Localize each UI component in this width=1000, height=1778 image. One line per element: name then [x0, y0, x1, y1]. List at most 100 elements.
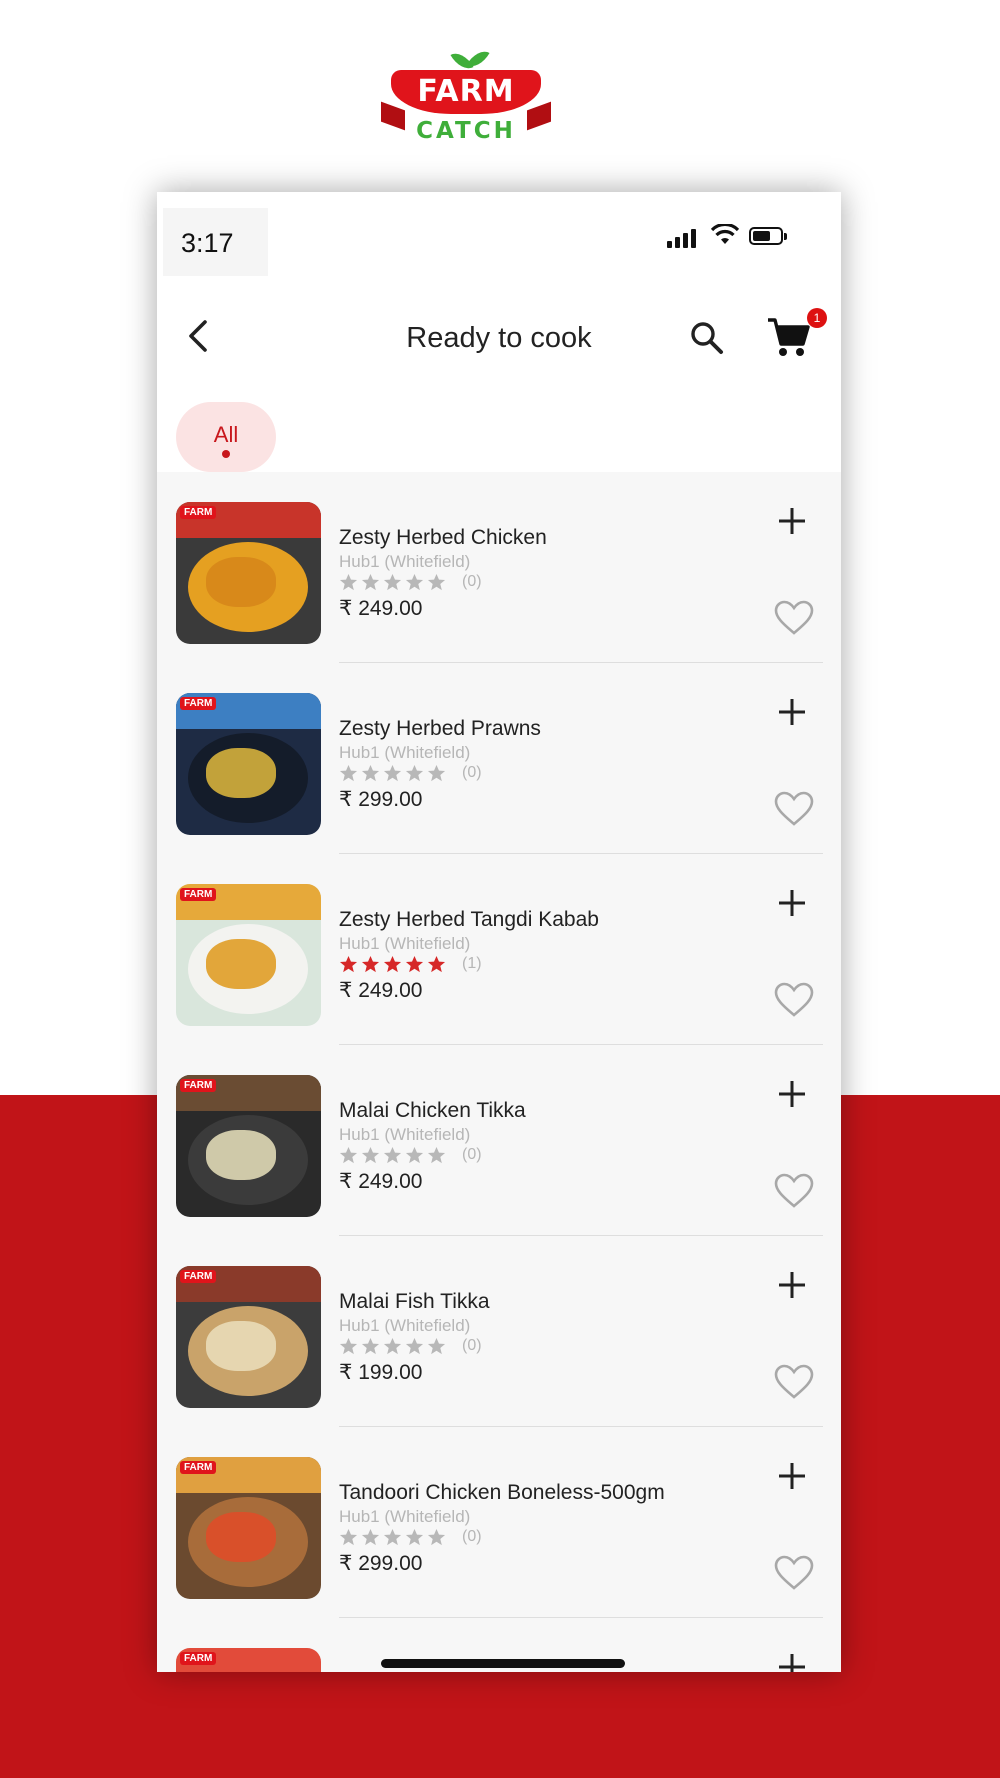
- home-indicator[interactable]: [381, 1659, 625, 1668]
- rating-count: (0): [462, 1528, 482, 1545]
- rating-star-icon: [427, 573, 446, 591]
- category-filter-bar: All: [157, 390, 841, 472]
- product-image[interactable]: FARM: [176, 1075, 321, 1217]
- product-image[interactable]: FARM: [176, 884, 321, 1026]
- rating-star-icon: [339, 573, 358, 591]
- product-name[interactable]: Zesty Herbed Chicken: [339, 526, 547, 550]
- product-rating: [339, 573, 449, 593]
- product-name[interactable]: Malai Fish Tikka: [339, 1290, 490, 1314]
- rating-star-icon: [383, 955, 402, 973]
- rating-star-icon: [361, 955, 380, 973]
- product-name[interactable]: Zesty Herbed Tangdi Kabab: [339, 908, 599, 932]
- product-hub: Hub1 (Whitefield): [339, 1125, 471, 1144]
- app-header: Ready to cook 1: [157, 280, 841, 390]
- product-row[interactable]: FARM Zesty Herbed Prawns Hub1 (Whitefiel…: [157, 663, 841, 854]
- rating-star-icon: [405, 1528, 424, 1546]
- rating-count: (0): [462, 1146, 482, 1163]
- favorite-heart-icon[interactable]: [774, 1555, 814, 1591]
- product-image-brand-tag: FARM: [180, 506, 217, 519]
- product-price: ₹ 299.00: [339, 1552, 423, 1575]
- product-rating: [339, 1146, 449, 1166]
- rating-star-icon: [405, 1337, 424, 1355]
- product-image-brand-tag: FARM: [180, 1270, 217, 1283]
- product-image[interactable]: FARM: [176, 1457, 321, 1599]
- page-title: Ready to cook: [406, 322, 592, 354]
- rating-star-icon: [383, 764, 402, 782]
- product-hub: Hub1 (Whitefield): [339, 1507, 471, 1526]
- cart-count-badge: 1: [807, 308, 827, 328]
- product-price: ₹ 299.00: [339, 788, 423, 811]
- rating-count: (1): [462, 955, 482, 972]
- add-to-cart-plus-icon[interactable]: [777, 697, 807, 727]
- product-name[interactable]: Malai Chicken Tikka: [339, 1099, 526, 1123]
- product-image-brand-tag: FARM: [180, 1461, 217, 1474]
- rating-star-icon: [361, 573, 380, 591]
- phone-screen: 3:17 Ready to cook 1 All FARM Zesty Herb…: [157, 192, 841, 1672]
- product-image[interactable]: FARM: [176, 1648, 321, 1672]
- product-hub: Hub1 (Whitefield): [339, 934, 471, 953]
- product-row[interactable]: FARM Malai Chicken Tikka Hub1 (Whitefiel…: [157, 1045, 841, 1236]
- product-hub: Hub1 (Whitefield): [339, 743, 471, 762]
- product-row[interactable]: FARM Zesty Herbed Chicken Hub1 (Whitefie…: [157, 472, 841, 663]
- add-to-cart-plus-icon[interactable]: [777, 506, 807, 536]
- product-rating: [339, 764, 449, 784]
- rating-star-icon: [361, 1146, 380, 1164]
- product-name[interactable]: Zesty Herbed Prawns: [339, 717, 541, 741]
- rating-star-icon: [427, 1337, 446, 1355]
- product-price: ₹ 249.00: [339, 1170, 423, 1193]
- status-bar: 3:17: [157, 192, 841, 280]
- product-image[interactable]: FARM: [176, 502, 321, 644]
- logo-text-catch: CATCH: [416, 118, 516, 144]
- add-to-cart-plus-icon[interactable]: [777, 888, 807, 918]
- rating-star-icon: [361, 764, 380, 782]
- rating-star-icon: [427, 764, 446, 782]
- selected-indicator-dot: [222, 450, 230, 458]
- rating-star-icon: [383, 1337, 402, 1355]
- product-row[interactable]: FARM Tandoori Chicken Boneless-500gm Hub…: [157, 1427, 841, 1618]
- favorite-heart-icon[interactable]: [774, 1173, 814, 1209]
- wifi-icon: [711, 224, 739, 244]
- product-price: ₹ 249.00: [339, 597, 423, 620]
- rating-count: (0): [462, 573, 482, 590]
- add-to-cart-plus-icon[interactable]: [777, 1270, 807, 1300]
- rating-star-icon: [361, 1528, 380, 1546]
- status-icons: [667, 222, 817, 252]
- rating-star-icon: [339, 1146, 358, 1164]
- product-image[interactable]: FARM: [176, 693, 321, 835]
- product-name[interactable]: Tandoori Chicken Boneless-500gm: [339, 1481, 665, 1505]
- rating-star-icon: [405, 573, 424, 591]
- product-image-brand-tag: FARM: [180, 888, 217, 901]
- logo-text-farm: FARM: [417, 74, 515, 109]
- add-to-cart-plus-icon[interactable]: [777, 1461, 807, 1491]
- favorite-heart-icon[interactable]: [774, 1364, 814, 1400]
- rating-star-icon: [383, 1528, 402, 1546]
- product-hub: Hub1 (Whitefield): [339, 552, 471, 571]
- shopping-cart-icon[interactable]: [765, 314, 811, 360]
- farm-catch-logo: FARM CATCH: [381, 45, 575, 148]
- add-to-cart-plus-icon[interactable]: [777, 1652, 807, 1672]
- product-price: ₹ 199.00: [339, 1361, 423, 1384]
- product-row[interactable]: FARM Zesty Herbed Tangdi Kabab Hub1 (Whi…: [157, 854, 841, 1045]
- favorite-heart-icon[interactable]: [774, 982, 814, 1018]
- status-time: 3:17: [181, 228, 234, 258]
- favorite-heart-icon[interactable]: [774, 791, 814, 827]
- rating-star-icon: [427, 1528, 446, 1546]
- rating-star-icon: [405, 955, 424, 973]
- product-image-brand-tag: FARM: [180, 697, 217, 710]
- product-price: ₹ 249.00: [339, 979, 423, 1002]
- rating-star-icon: [339, 1528, 358, 1546]
- rating-star-icon: [427, 955, 446, 973]
- search-icon[interactable]: [687, 318, 727, 358]
- add-to-cart-plus-icon[interactable]: [777, 1079, 807, 1109]
- product-row[interactable]: FARM Malai Fish Tikka Hub1 (Whitefield) …: [157, 1236, 841, 1427]
- rating-count: (0): [462, 1337, 482, 1354]
- battery-icon: [749, 227, 787, 245]
- rating-star-icon: [339, 764, 358, 782]
- rating-star-icon: [405, 1146, 424, 1164]
- rating-star-icon: [383, 573, 402, 591]
- product-image[interactable]: FARM: [176, 1266, 321, 1408]
- product-rating: [339, 1337, 449, 1357]
- favorite-heart-icon[interactable]: [774, 600, 814, 636]
- filter-chip-all[interactable]: All: [176, 402, 276, 472]
- rating-star-icon: [339, 1337, 358, 1355]
